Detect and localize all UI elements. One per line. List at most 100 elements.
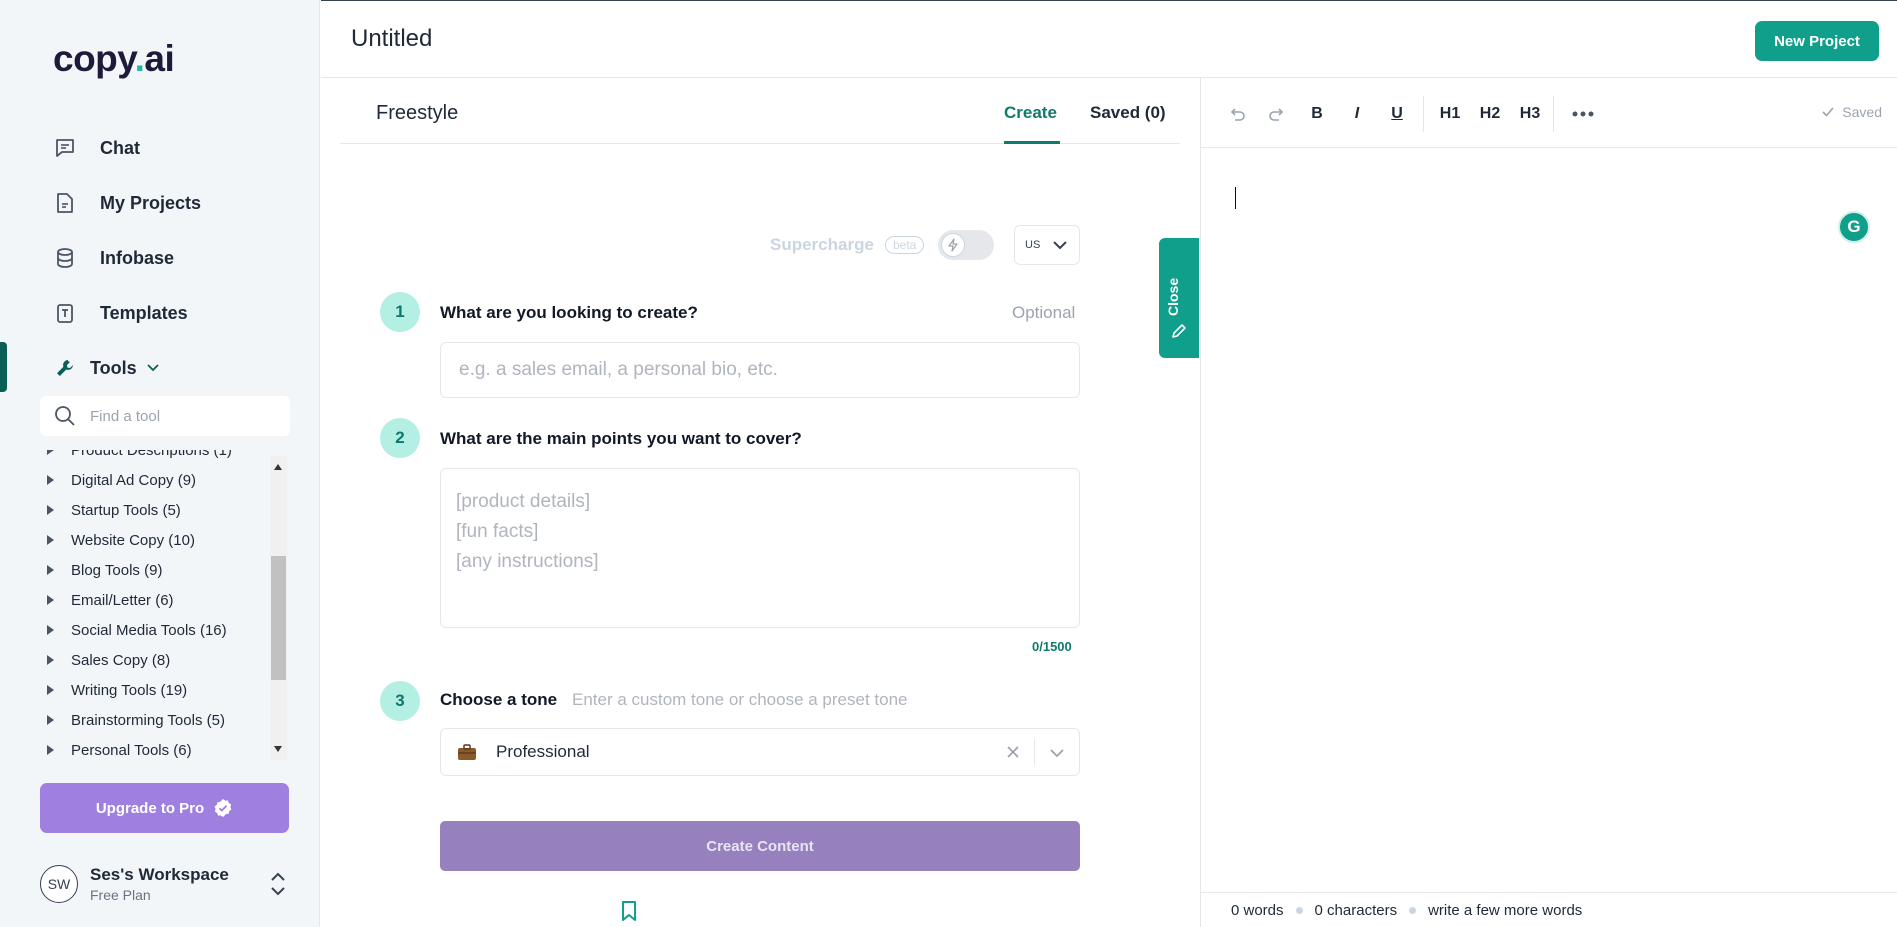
heading-1-button[interactable]: H1	[1433, 100, 1467, 128]
tool-category-sales-copy[interactable]: Sales Copy (8)	[40, 645, 170, 675]
clear-icon[interactable]	[1003, 742, 1023, 762]
upgrade-label: Upgrade to Pro	[95, 799, 205, 817]
tool-list: Product Descriptions (1) Digital Ad Copy…	[40, 450, 288, 760]
language-select[interactable]: US	[1014, 225, 1080, 265]
tool-category-digital-ad-copy[interactable]: Digital Ad Copy (9)	[40, 465, 196, 495]
tool-category-product-descriptions[interactable]: Product Descriptions (1)	[40, 450, 232, 465]
undo-button[interactable]	[1223, 100, 1251, 128]
editor-footer: 0 words 0 characters write a few more wo…	[1201, 892, 1897, 927]
chevron-down-icon	[1053, 241, 1067, 250]
step-2-label: What are the main points you want to cov…	[440, 429, 802, 448]
check-icon	[1822, 107, 1834, 117]
text-caret	[1235, 187, 1236, 209]
tool-search-input[interactable]	[90, 407, 270, 425]
lightning-icon	[948, 238, 958, 252]
caret-right-icon	[47, 715, 54, 725]
tab-create[interactable]: Create	[1004, 103, 1057, 123]
footer-separator	[1295, 906, 1303, 914]
workspace-switcher[interactable]: SW Ses's Workspace Free Plan	[40, 861, 290, 907]
footer-separator	[1409, 906, 1417, 914]
nav-chat[interactable]: Chat	[52, 128, 140, 168]
caret-right-icon	[47, 565, 54, 575]
tool-search	[40, 396, 290, 436]
tool-category-social-media-tools[interactable]: Social Media Tools (16)	[40, 615, 227, 645]
heading-2-button[interactable]: H2	[1473, 100, 1507, 128]
tool-category-blog-tools[interactable]: Blog Tools (9)	[40, 555, 162, 585]
redo-icon	[1269, 108, 1284, 121]
copyai-logo[interactable]: copy.ai	[53, 38, 175, 80]
writing-hint: write a few more words	[1428, 901, 1583, 919]
caret-right-icon	[47, 450, 54, 455]
pencil-icon	[1172, 324, 1186, 338]
caret-right-icon	[47, 595, 54, 605]
optional-label: Optional	[1012, 303, 1076, 322]
supercharge-label: Supercharge	[770, 235, 874, 254]
grammarly-icon[interactable]: G	[1838, 211, 1870, 243]
create-content-button[interactable]: Create Content	[440, 821, 1080, 871]
tool-list-scrollbar[interactable]	[270, 456, 287, 760]
workspace-name: Ses's Workspace	[90, 865, 229, 884]
tool-category-website-copy[interactable]: Website Copy (10)	[40, 525, 195, 555]
create-what-input[interactable]	[440, 342, 1080, 398]
chevron-down-icon	[147, 364, 159, 372]
verified-badge-icon	[214, 799, 232, 817]
tool-category-email-letter[interactable]: Email/Letter (6)	[40, 585, 174, 615]
redo-button[interactable]	[1263, 100, 1291, 128]
document-title[interactable]: Untitled	[351, 25, 432, 53]
tab-saved[interactable]: Saved (0)	[1090, 103, 1166, 123]
character-count: 0 characters	[1314, 901, 1398, 919]
document-icon	[52, 190, 78, 216]
main-points-textarea[interactable]	[440, 468, 1080, 628]
editor-text-area[interactable]: G	[1201, 148, 1897, 888]
more-horizontal-icon	[1572, 111, 1594, 117]
tone-hint: Enter a custom tone or choose a preset t…	[572, 690, 908, 709]
word-count: 0 words	[1231, 901, 1284, 919]
more-options-button[interactable]	[1569, 100, 1597, 128]
bookmark-icon[interactable]	[619, 900, 639, 922]
underline-button[interactable]: U	[1383, 100, 1411, 128]
bold-button[interactable]: B	[1303, 100, 1331, 128]
upgrade-to-pro-button[interactable]: Upgrade to Pro	[40, 783, 289, 833]
undo-icon	[1230, 108, 1245, 121]
chevron-down-icon[interactable]	[1047, 743, 1067, 763]
nav-infobase-label: Infobase	[100, 247, 175, 268]
workspace-plan: Free Plan	[90, 887, 151, 903]
tool-category-personal-tools[interactable]: Personal Tools (6)	[40, 735, 192, 760]
tool-category-writing-tools[interactable]: Writing Tools (19)	[40, 675, 187, 705]
scroll-up-icon[interactable]	[274, 464, 282, 470]
tool-category-startup-tools[interactable]: Startup Tools (5)	[40, 495, 181, 525]
close-panel-tab[interactable]: Close	[1159, 238, 1199, 358]
panel-title: Freestyle	[376, 102, 459, 124]
top-bar: Untitled New Project	[321, 0, 1897, 78]
nav-my-projects[interactable]: My Projects	[52, 183, 201, 223]
supercharge-toggle[interactable]	[938, 230, 994, 260]
tone-value: Professional	[496, 742, 590, 761]
scrollbar-thumb[interactable]	[271, 556, 286, 680]
nav-tools[interactable]: Tools	[52, 348, 159, 388]
active-tab-underline	[1004, 141, 1060, 144]
tone-select[interactable]: Professional	[440, 728, 1080, 776]
sidebar: copy.ai Chat My Projects Infobase Templa…	[0, 0, 320, 927]
caret-right-icon	[47, 745, 54, 755]
italic-button[interactable]: I	[1343, 100, 1371, 128]
panel-header: Freestyle Create Saved (0)	[340, 78, 1180, 144]
avatar: SW	[40, 865, 78, 903]
tool-category-brainstorming-tools[interactable]: Brainstorming Tools (5)	[40, 705, 225, 735]
caret-right-icon	[47, 475, 54, 485]
search-icon	[54, 405, 76, 427]
step-2-badge: 2	[380, 418, 420, 458]
toggle-knob	[941, 233, 965, 257]
nav-templates-label: Templates	[100, 302, 188, 323]
nav-templates[interactable]: Templates	[52, 293, 188, 333]
chevron-up-down-icon[interactable]	[268, 869, 288, 899]
scroll-down-icon[interactable]	[274, 746, 282, 752]
database-icon	[52, 245, 78, 271]
nav-infobase[interactable]: Infobase	[52, 238, 174, 278]
active-indicator	[0, 342, 7, 392]
heading-3-button[interactable]: H3	[1513, 100, 1547, 128]
new-project-button[interactable]: New Project	[1755, 21, 1879, 61]
template-icon	[52, 300, 78, 326]
step-3-label: Choose a tone	[440, 690, 558, 709]
caret-right-icon	[47, 625, 54, 635]
wrench-icon	[52, 355, 78, 381]
